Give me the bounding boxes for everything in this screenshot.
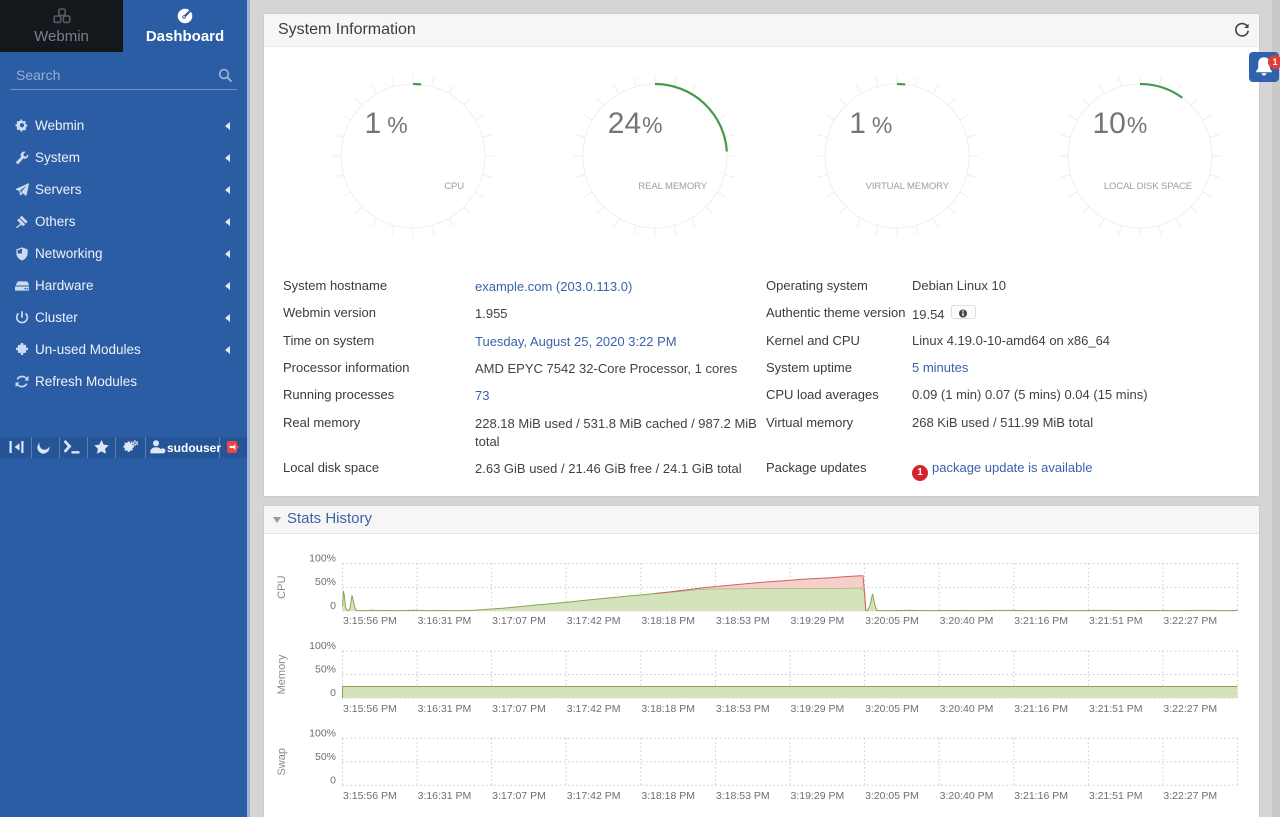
svg-text:3:21:16 PM: 3:21:16 PM [1014, 790, 1068, 802]
svg-text:3:18:18 PM: 3:18:18 PM [641, 615, 695, 627]
svg-text:3:22:27 PM: 3:22:27 PM [1163, 703, 1217, 715]
svg-text:3:22:27 PM: 3:22:27 PM [1163, 790, 1217, 802]
svg-text:3:17:07 PM: 3:17:07 PM [492, 615, 546, 627]
svg-text:3:21:51 PM: 3:21:51 PM [1089, 703, 1143, 715]
svg-text:100%: 100% [309, 553, 336, 565]
svg-text:3:17:07 PM: 3:17:07 PM [492, 790, 546, 802]
svg-text:3:22:27 PM: 3:22:27 PM [1163, 615, 1217, 627]
svg-text:3:20:40 PM: 3:20:40 PM [940, 790, 994, 802]
svg-text:3:19:29 PM: 3:19:29 PM [791, 790, 845, 802]
svg-text:3:20:05 PM: 3:20:05 PM [865, 790, 919, 802]
svg-text:50%: 50% [315, 751, 336, 763]
svg-text:3:16:31 PM: 3:16:31 PM [418, 703, 472, 715]
svg-text:3:20:05 PM: 3:20:05 PM [865, 615, 919, 627]
svg-text:3:18:53 PM: 3:18:53 PM [716, 703, 770, 715]
svg-text:3:21:16 PM: 3:21:16 PM [1014, 615, 1068, 627]
svg-text:100%: 100% [309, 640, 336, 652]
svg-text:3:16:31 PM: 3:16:31 PM [418, 615, 472, 627]
svg-text:3:18:53 PM: 3:18:53 PM [716, 615, 770, 627]
svg-text:50%: 50% [315, 664, 336, 676]
svg-text:CPU: CPU [276, 576, 288, 599]
svg-text:3:17:42 PM: 3:17:42 PM [567, 615, 621, 627]
svg-text:Swap: Swap [276, 748, 288, 776]
svg-text:0: 0 [330, 687, 336, 699]
svg-text:100%: 100% [309, 727, 336, 739]
svg-text:3:20:40 PM: 3:20:40 PM [940, 615, 994, 627]
svg-text:3:21:16 PM: 3:21:16 PM [1014, 703, 1068, 715]
svg-text:3:18:53 PM: 3:18:53 PM [716, 790, 770, 802]
svg-text:3:18:18 PM: 3:18:18 PM [641, 790, 695, 802]
svg-text:3:19:29 PM: 3:19:29 PM [791, 615, 845, 627]
svg-text:50%: 50% [315, 576, 336, 588]
svg-text:3:20:05 PM: 3:20:05 PM [865, 703, 919, 715]
svg-text:3:20:40 PM: 3:20:40 PM [940, 703, 994, 715]
svg-text:3:15:56 PM: 3:15:56 PM [343, 790, 397, 802]
svg-text:3:17:42 PM: 3:17:42 PM [567, 703, 621, 715]
svg-text:3:21:51 PM: 3:21:51 PM [1089, 615, 1143, 627]
svg-text:3:18:18 PM: 3:18:18 PM [641, 703, 695, 715]
svg-text:3:15:56 PM: 3:15:56 PM [343, 703, 397, 715]
svg-text:3:15:56 PM: 3:15:56 PM [343, 615, 397, 627]
svg-text:3:16:31 PM: 3:16:31 PM [418, 790, 472, 802]
svg-text:3:17:07 PM: 3:17:07 PM [492, 703, 546, 715]
svg-text:3:21:51 PM: 3:21:51 PM [1089, 790, 1143, 802]
svg-text:0: 0 [330, 774, 336, 786]
svg-text:3:19:29 PM: 3:19:29 PM [791, 703, 845, 715]
svg-text:0: 0 [330, 600, 336, 612]
svg-text:3:17:42 PM: 3:17:42 PM [567, 790, 621, 802]
svg-text:Memory: Memory [276, 654, 288, 694]
